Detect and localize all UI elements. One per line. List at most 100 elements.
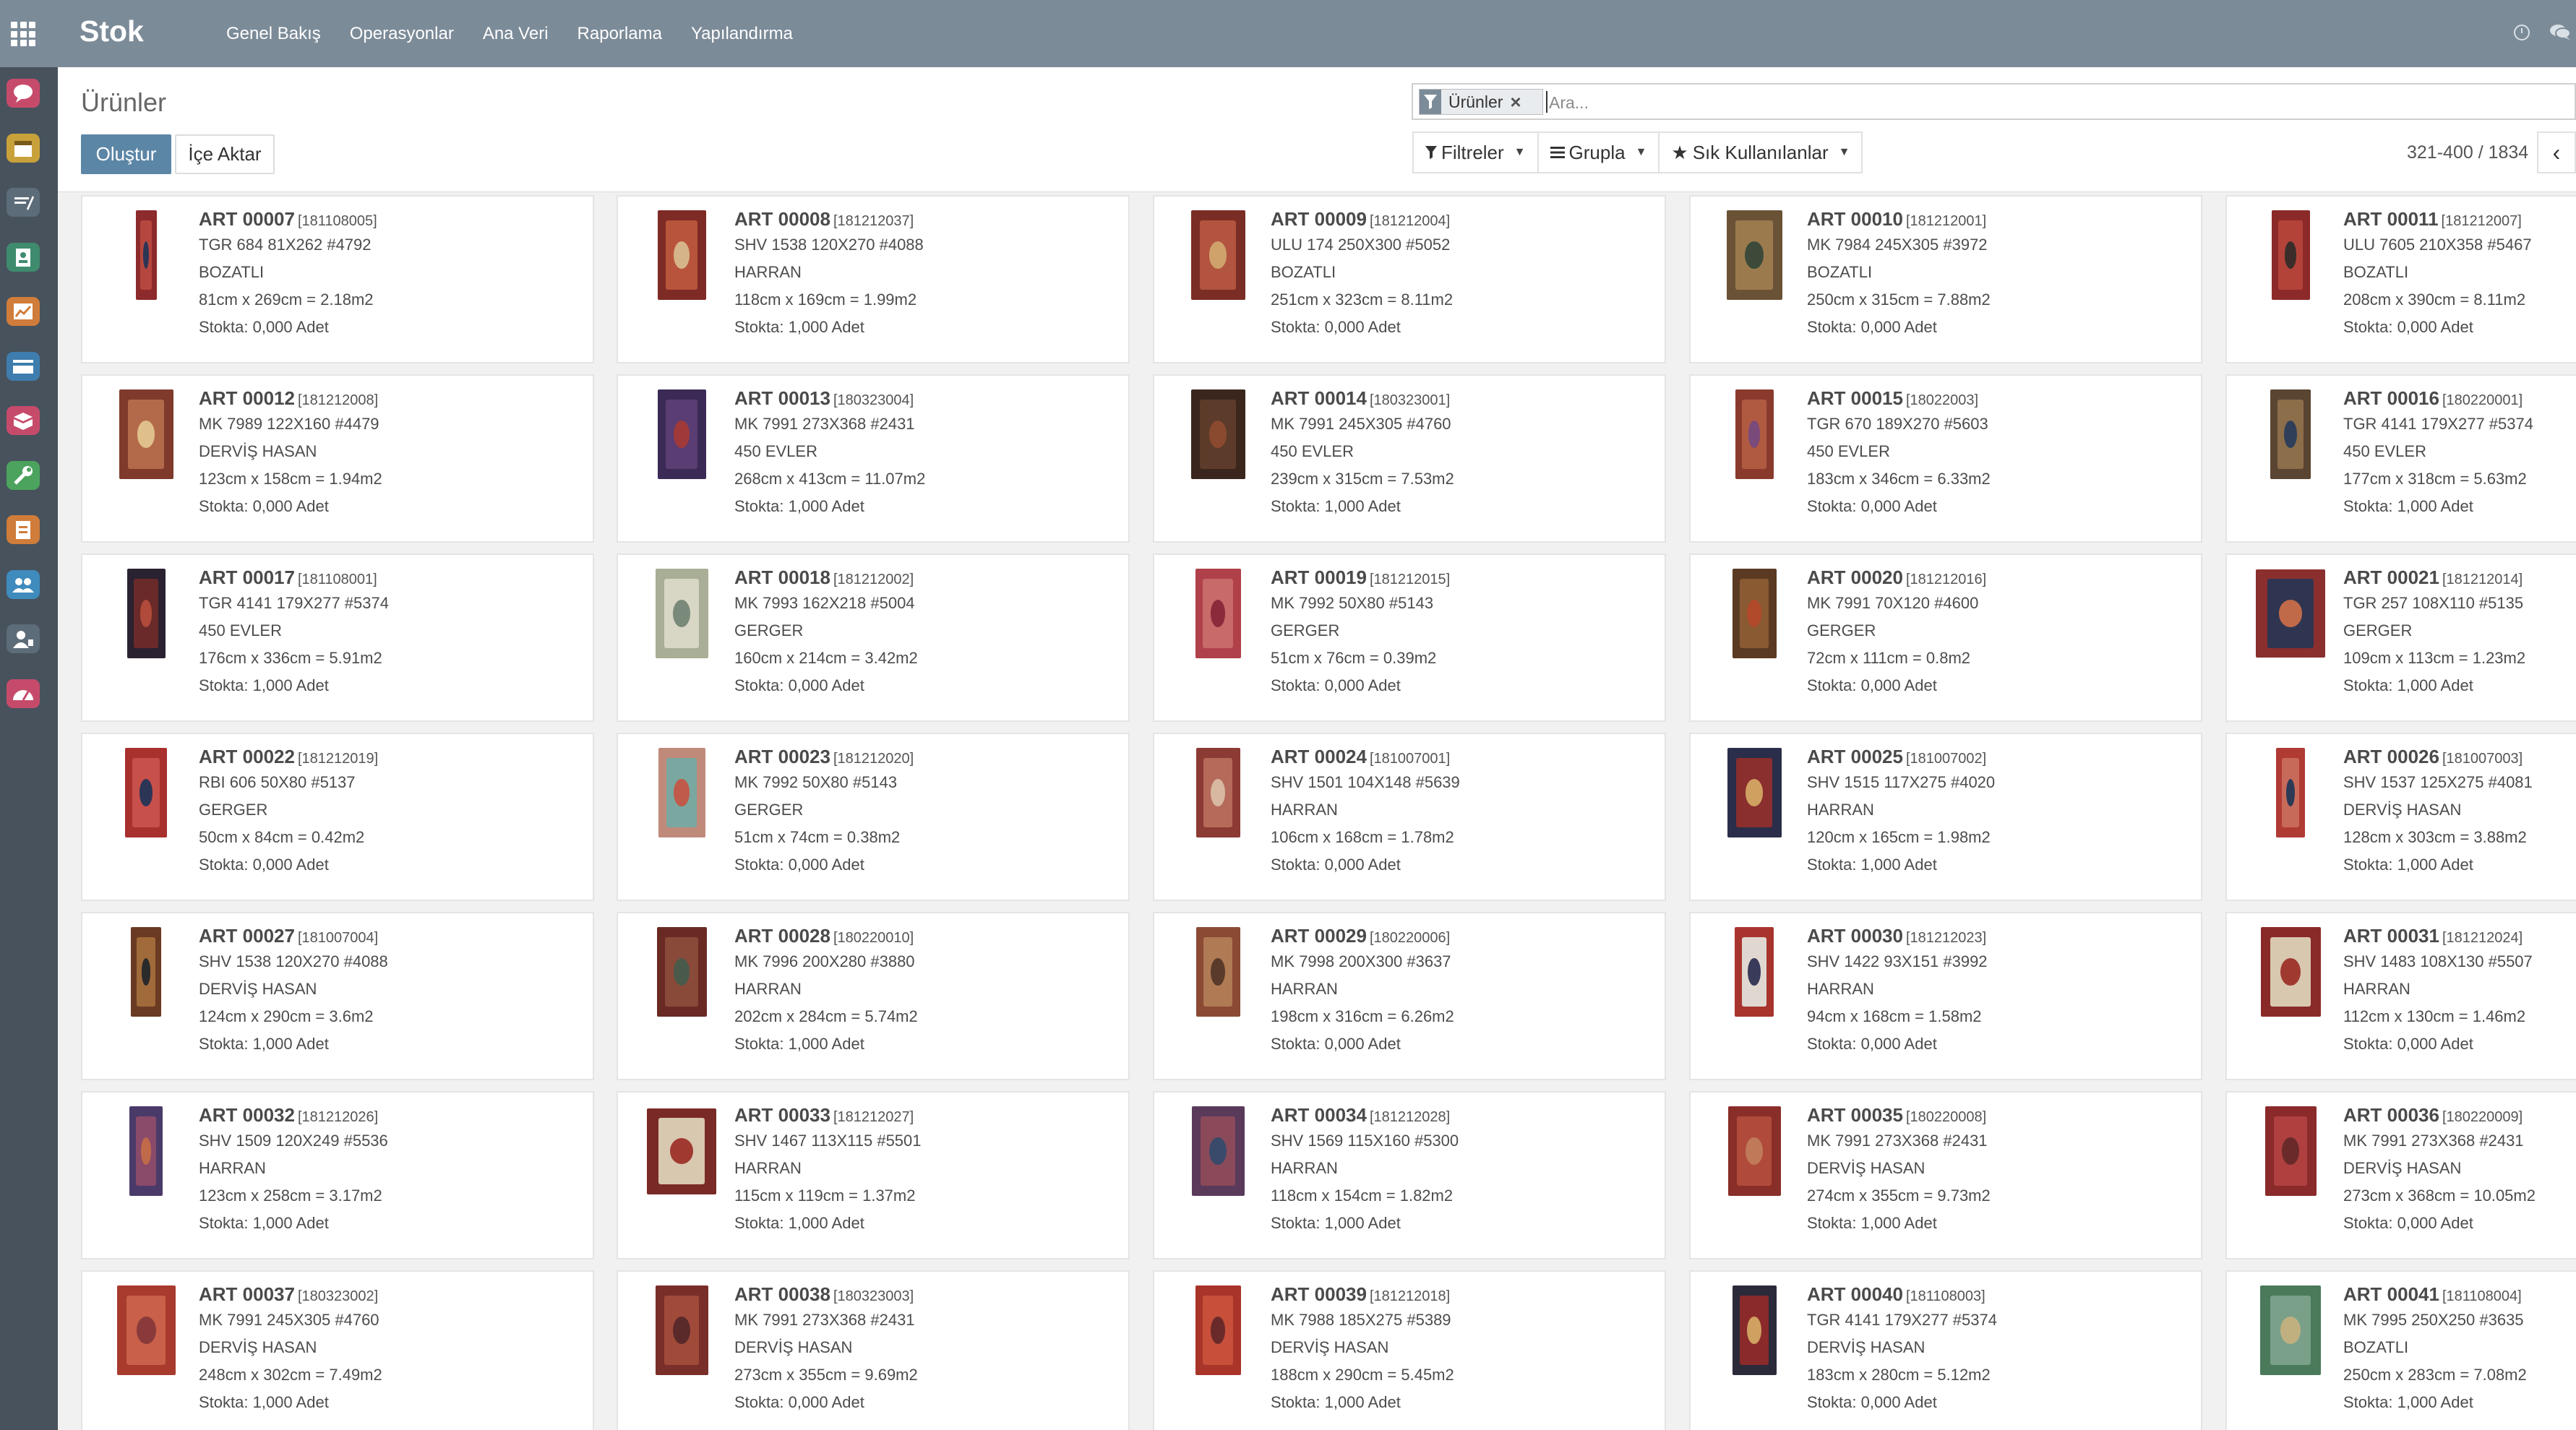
product-card[interactable]: ART 00018 [181212002] MK 7993 162X218 #500… <box>617 554 1130 722</box>
product-code: [181212028] <box>1369 1109 1451 1125</box>
product-card[interactable]: ART 00027 [181007004] SHV 1538 120X270 #40… <box>81 912 594 1080</box>
product-card[interactable]: ART 00033 [181212027] SHV 1467 113X115 #55… <box>617 1091 1130 1259</box>
meter-icon <box>13 689 33 701</box>
activity-clock-icon[interactable] <box>2514 25 2530 40</box>
product-card[interactable]: ART 00010 [181212001] MK 7984 245X305 #397… <box>1689 195 2202 363</box>
product-stock: Stokta: 1,000 Adet <box>199 676 329 694</box>
sidebar-app-inventory[interactable] <box>7 406 40 435</box>
product-card[interactable]: ART 00031 [181212024] SHV 1483 108X130 #55… <box>2225 912 2576 1080</box>
product-card[interactable]: ART 00039 [181212018] MK 7988 185X275 #538… <box>1153 1270 1666 1430</box>
product-card[interactable]: ART 00036 [180220009] MK 7991 273X368 #243… <box>2225 1091 2576 1259</box>
rug-medallion <box>2285 779 2296 806</box>
product-supplier: 450 EVLER <box>2343 442 2426 460</box>
product-card[interactable]: ART 00030 [181212023] SHV 1422 93X151 #399… <box>1689 912 2202 1080</box>
product-card[interactable]: ART 00020 [181212016] MK 7991 70X120 #4600… <box>1689 554 2202 722</box>
product-code: [181212027] <box>833 1109 914 1125</box>
facet-remove-icon[interactable]: × <box>1510 91 1521 113</box>
product-name: ART 00026 <box>2343 746 2439 767</box>
product-name: ART 00023 <box>734 746 830 767</box>
rug-medallion <box>672 1317 691 1344</box>
product-model: MK 7989 122X160 #4479 <box>199 415 379 433</box>
sidebar-app-notes[interactable] <box>7 188 40 217</box>
product-name: ART 00030 <box>1807 925 1903 947</box>
sidebar-app-dashboard[interactable] <box>7 297 40 326</box>
product-card[interactable]: ART 00024 [181007001] SHV 1501 104X148 #56… <box>1153 733 1666 901</box>
filters-dropdown[interactable]: Filtreler ▼ <box>1412 132 1539 173</box>
product-size: 118cm x 169cm = 1.99m2 <box>734 290 917 309</box>
product-card[interactable]: ART 00022 [181212019] RBI 606 50X80 #5137 G… <box>81 733 594 901</box>
product-card[interactable]: ART 00028 [180220010] MK 7996 200X280 #388… <box>617 912 1130 1080</box>
product-image <box>1173 1105 1263 1197</box>
sidebar-app-contacts[interactable] <box>7 242 40 272</box>
apps-grid-icon[interactable] <box>11 22 35 46</box>
search-input[interactable] <box>1547 90 2562 115</box>
product-model: MK 7991 245X305 #4760 <box>1271 415 1451 433</box>
product-card[interactable]: ART 00038 [180323003] MK 7991 273X368 #243… <box>617 1270 1130 1430</box>
product-stock: Stokta: 1,000 Adet <box>734 1214 864 1232</box>
sidebar-app-documents[interactable] <box>7 515 40 544</box>
sidebar-app-invoicing[interactable] <box>7 351 40 381</box>
product-name: ART 00020 <box>1807 567 1903 588</box>
product-card[interactable]: ART 00037 [180323002] MK 7991 245X305 #476… <box>81 1270 594 1430</box>
product-card[interactable]: ART 00019 [181212015] MK 7992 50X80 #5143 G… <box>1153 554 1666 722</box>
pager-previous-button[interactable]: ‹ <box>2537 132 2576 173</box>
product-supplier: DERVİŞ HASAN <box>2343 1159 2462 1177</box>
sidebar-app-settings[interactable] <box>7 460 40 490</box>
pager-value[interactable]: 321-400 / 1834 <box>2407 142 2528 163</box>
messages-icon[interactable] <box>2549 24 2571 40</box>
sidebar-app-employees[interactable] <box>7 624 40 653</box>
rug-medallion <box>1748 958 1761 986</box>
product-card[interactable]: ART 00008 [181212037] SHV 1538 120X270 #40… <box>617 195 1130 363</box>
product-model: TGR 684 81X262 #4792 <box>199 236 372 254</box>
product-stock: Stokta: 0,000 Adet <box>1271 1035 1401 1053</box>
sidebar-app-calendar[interactable] <box>7 133 40 163</box>
create-button[interactable]: Oluştur <box>81 134 171 174</box>
product-stock: Stokta: 1,000 Adet <box>199 1035 329 1053</box>
rug-medallion <box>139 779 153 806</box>
product-code: [181212026] <box>297 1109 379 1125</box>
menu-item-reporting[interactable]: Raporlama <box>578 24 662 44</box>
menu-item-configuration[interactable]: Yapılandırma <box>691 24 793 44</box>
product-code: [180220001] <box>2442 392 2523 408</box>
product-supplier: BOZATLI <box>2343 263 2409 281</box>
product-card[interactable]: ART 00023 [181212020] MK 7992 50X80 #5143 G… <box>617 733 1130 901</box>
product-card[interactable]: ART 00035 [180220008] MK 7991 273X368 #243… <box>1689 1091 2202 1259</box>
product-card[interactable]: ART 00009 [181212004] ULU 174 250X300 #505… <box>1153 195 1666 363</box>
product-name: ART 00016 <box>2343 387 2439 409</box>
import-button[interactable]: İçe Aktar <box>175 134 275 174</box>
product-name: ART 00024 <box>1271 746 1367 767</box>
menu-item-overview[interactable]: Genel Bakış <box>226 24 321 44</box>
product-card[interactable]: ART 00016 [180220001] TGR 4141 179X277 #53… <box>2225 374 2576 543</box>
product-card[interactable]: ART 00041 [181108004] MK 7995 250X250 #363… <box>2225 1270 2576 1430</box>
rug-thumbnail <box>1190 210 1245 300</box>
product-card[interactable]: ART 00017 [181108001] TGR 4141 179X277 #53… <box>81 554 594 722</box>
sidebar-app-meter[interactable] <box>7 679 40 708</box>
product-card[interactable]: ART 00014 [180323001] MK 7991 245X305 #476… <box>1153 374 1666 543</box>
product-card[interactable]: ART 00021 [181212014] TGR 257 108X110 #513… <box>2225 554 2576 722</box>
product-card[interactable]: ART 00013 [180323004] MK 7991 273X368 #243… <box>617 374 1130 543</box>
rug-medallion <box>673 958 690 986</box>
product-card[interactable]: ART 00040 [181108003] TGR 4141 179X277 #53… <box>1689 1270 2202 1430</box>
product-model: TGR 257 108X110 #5135 <box>2343 594 2524 612</box>
product-card[interactable]: ART 00026 [181007003] SHV 1537 125X275 #40… <box>2225 733 2576 901</box>
product-card[interactable]: ART 00012 [181212008] MK 7989 122X160 #447… <box>81 374 594 543</box>
product-card[interactable]: ART 00029 [180220006] MK 7998 200X300 #363… <box>1153 912 1666 1080</box>
sidebar-app-discuss[interactable] <box>7 79 40 108</box>
favorites-dropdown[interactable]: ★ Sık Kullanılanlar ▼ <box>1658 132 1863 173</box>
product-model: MK 7992 50X80 #5143 <box>1271 594 1434 612</box>
app-title[interactable]: Stok <box>80 14 144 48</box>
menu-item-operations[interactable]: Operasyonlar <box>350 24 454 44</box>
product-card[interactable]: ART 00025 [181007002] SHV 1515 117X275 #40… <box>1689 733 2202 901</box>
product-card[interactable]: ART 00015 [18022003] TGR 670 189X270 #5603… <box>1689 374 2202 543</box>
product-name: ART 00021 <box>2343 567 2439 588</box>
product-model: MK 7991 245X305 #4760 <box>199 1311 379 1329</box>
product-card[interactable]: ART 00032 [181212026] SHV 1509 120X249 #55… <box>81 1091 594 1259</box>
product-stock: Stokta: 1,000 Adet <box>1807 1214 1937 1232</box>
sidebar-app-team[interactable] <box>7 569 40 599</box>
product-image <box>1709 567 1799 660</box>
product-card[interactable]: ART 00007 [181108005] TGR 684 81X262 #4792… <box>81 195 594 363</box>
menu-item-master-data[interactable]: Ana Veri <box>483 24 549 44</box>
product-card[interactable]: ART 00011 [181212007] ULU 7605 210X358 #54… <box>2225 195 2576 363</box>
group-by-dropdown[interactable]: Grupla ▼ <box>1537 132 1660 173</box>
product-card[interactable]: ART 00034 [181212028] SHV 1569 115X160 #53… <box>1153 1091 1666 1259</box>
